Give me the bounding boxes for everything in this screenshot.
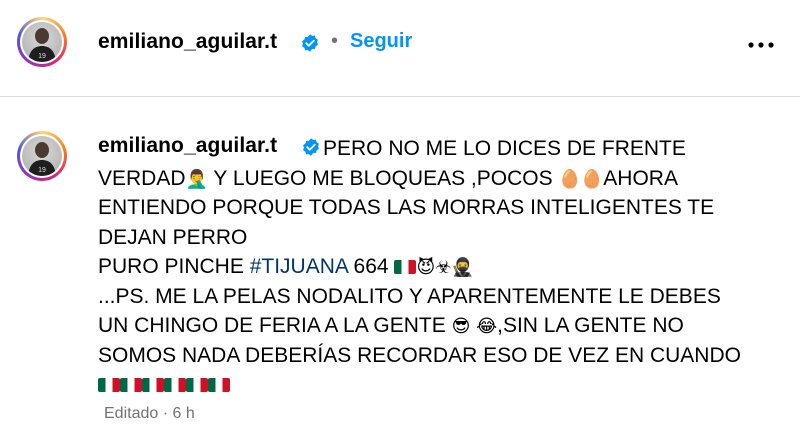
caption-line: PERO NO ME LO DICES DE FRENTE	[323, 137, 686, 160]
separator-dot: •	[331, 30, 339, 52]
avatar[interactable]: 19	[17, 17, 67, 67]
caption-line: SOMOS NADA DEBERÍAS RECORDAR ESO DE VEZ …	[98, 343, 741, 367]
facepalm-emoji: 🤦‍♂️	[185, 168, 208, 190]
mexico-flag-icon	[98, 378, 120, 393]
sunglasses-laugh-emoji: 😎 😂	[451, 316, 498, 337]
svg-text:19: 19	[38, 53, 46, 60]
mexico-flag-icon	[208, 378, 230, 393]
mexico-flag-icon	[164, 378, 186, 393]
caption-line: 664	[347, 255, 395, 278]
mexico-flag-icon	[394, 260, 417, 274]
verified-badge-icon	[302, 34, 318, 52]
caption-line: DEJAN PERRO	[98, 225, 248, 249]
caption-line: ...PS. ME LA PELAS NODALITO Y APARENTEME…	[98, 284, 721, 308]
hashtag-link[interactable]: #TIJUANA	[250, 255, 348, 278]
mexico-flags-row	[98, 378, 230, 393]
profile-photo: 19	[22, 22, 62, 62]
svg-text:19: 19	[38, 167, 46, 174]
caption-line: Y LUEGO ME BLOQUEAS ,POCOS	[207, 166, 559, 190]
edited-timestamp: Editado · 6 h	[104, 405, 195, 422]
post-header: 19 emiliano_aguilar.t • Seguir	[0, 0, 800, 97]
caption-text: PERO NO ME LO DICES DE FRENTE VERDAD🤦‍♂️…	[98, 134, 788, 400]
caption-line: ENTIENDO PORQUE TODAS LAS MORRAS INTELIG…	[98, 196, 715, 219]
comment-avatar[interactable]: 19	[17, 131, 67, 181]
caption-line: PURO PINCHE	[98, 255, 250, 278]
eggs-emoji: 🥚🥚	[558, 168, 604, 190]
caption-line: AHORA	[603, 166, 678, 190]
mexico-flag-icon	[120, 378, 142, 393]
caption-line: ,SIN LA GENTE NO	[497, 314, 684, 337]
devil-biohazard-ninja-emoji: 😈☣🥷	[416, 257, 474, 278]
more-horizontal-icon[interactable]	[746, 30, 776, 60]
caption-line: UN CHINGO DE FERIA A LA GENTE	[98, 314, 452, 337]
profile-photo: 19	[22, 136, 62, 176]
mexico-flag-icon	[186, 378, 208, 393]
username-link[interactable]: emiliano_aguilar.t	[98, 30, 277, 54]
caption-line: VERDAD	[98, 166, 186, 190]
follow-button[interactable]: Seguir	[350, 30, 412, 53]
mexico-flag-icon	[142, 378, 164, 393]
